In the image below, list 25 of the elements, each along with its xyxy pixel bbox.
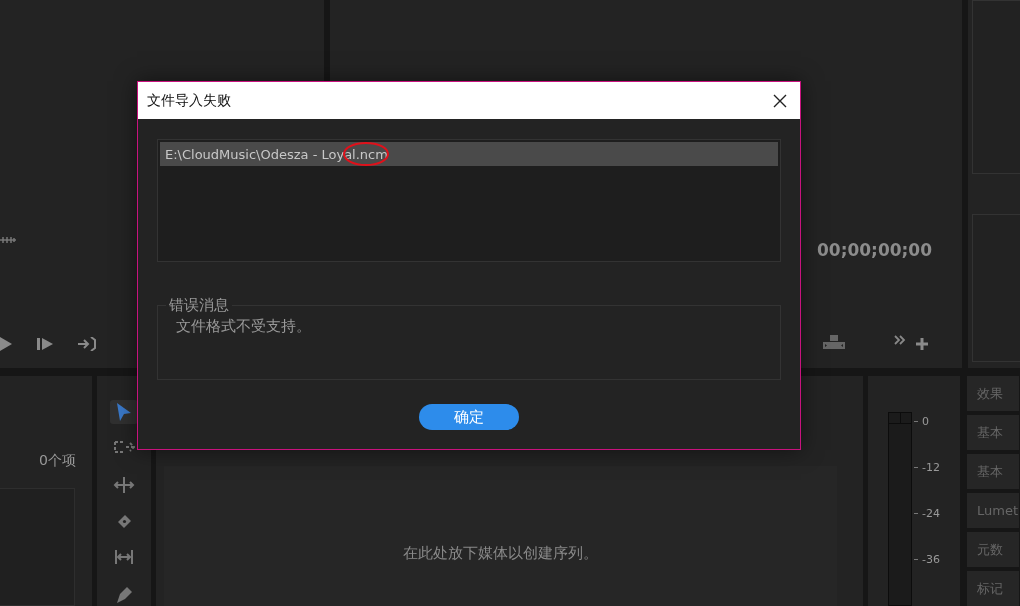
export-frame-icon[interactable] xyxy=(822,334,846,350)
panel-tab[interactable]: 元数 xyxy=(967,532,1019,567)
meter-scale-label: -12 xyxy=(922,460,940,474)
step-forward-icon[interactable] xyxy=(37,338,53,350)
error-message: 文件格式不受支持。 xyxy=(176,317,312,336)
group-label: 错误消息 xyxy=(168,296,230,315)
meter-scale-label: -36 xyxy=(922,552,940,566)
panel-tab[interactable]: Lumet xyxy=(967,493,1019,528)
add-icon[interactable] xyxy=(916,338,928,350)
drop-hint: 在此处放下媒体以创建序列。 xyxy=(403,544,598,564)
panel-tab[interactable]: 标记 xyxy=(967,571,1019,606)
waveform-icon xyxy=(0,236,16,244)
ok-button[interactable]: 确定 xyxy=(419,404,519,430)
item-count: 0个项 xyxy=(39,452,76,470)
go-to-out-icon[interactable] xyxy=(78,337,96,351)
meter-scale-label: 0 xyxy=(922,414,929,428)
panel-tab[interactable]: 效果 xyxy=(967,376,1019,411)
panel-tab[interactable]: 基本 xyxy=(967,454,1019,489)
meter-scale-label: -24 xyxy=(922,506,940,520)
play-icon[interactable] xyxy=(0,337,12,351)
chevrons-icon[interactable] xyxy=(894,335,906,345)
panel-tab[interactable]: 基本 xyxy=(967,415,1019,450)
dialog-title: 文件导入失败 xyxy=(147,91,231,110)
timecode: 00;00;00;00 xyxy=(816,240,932,260)
close-icon[interactable] xyxy=(772,92,788,109)
